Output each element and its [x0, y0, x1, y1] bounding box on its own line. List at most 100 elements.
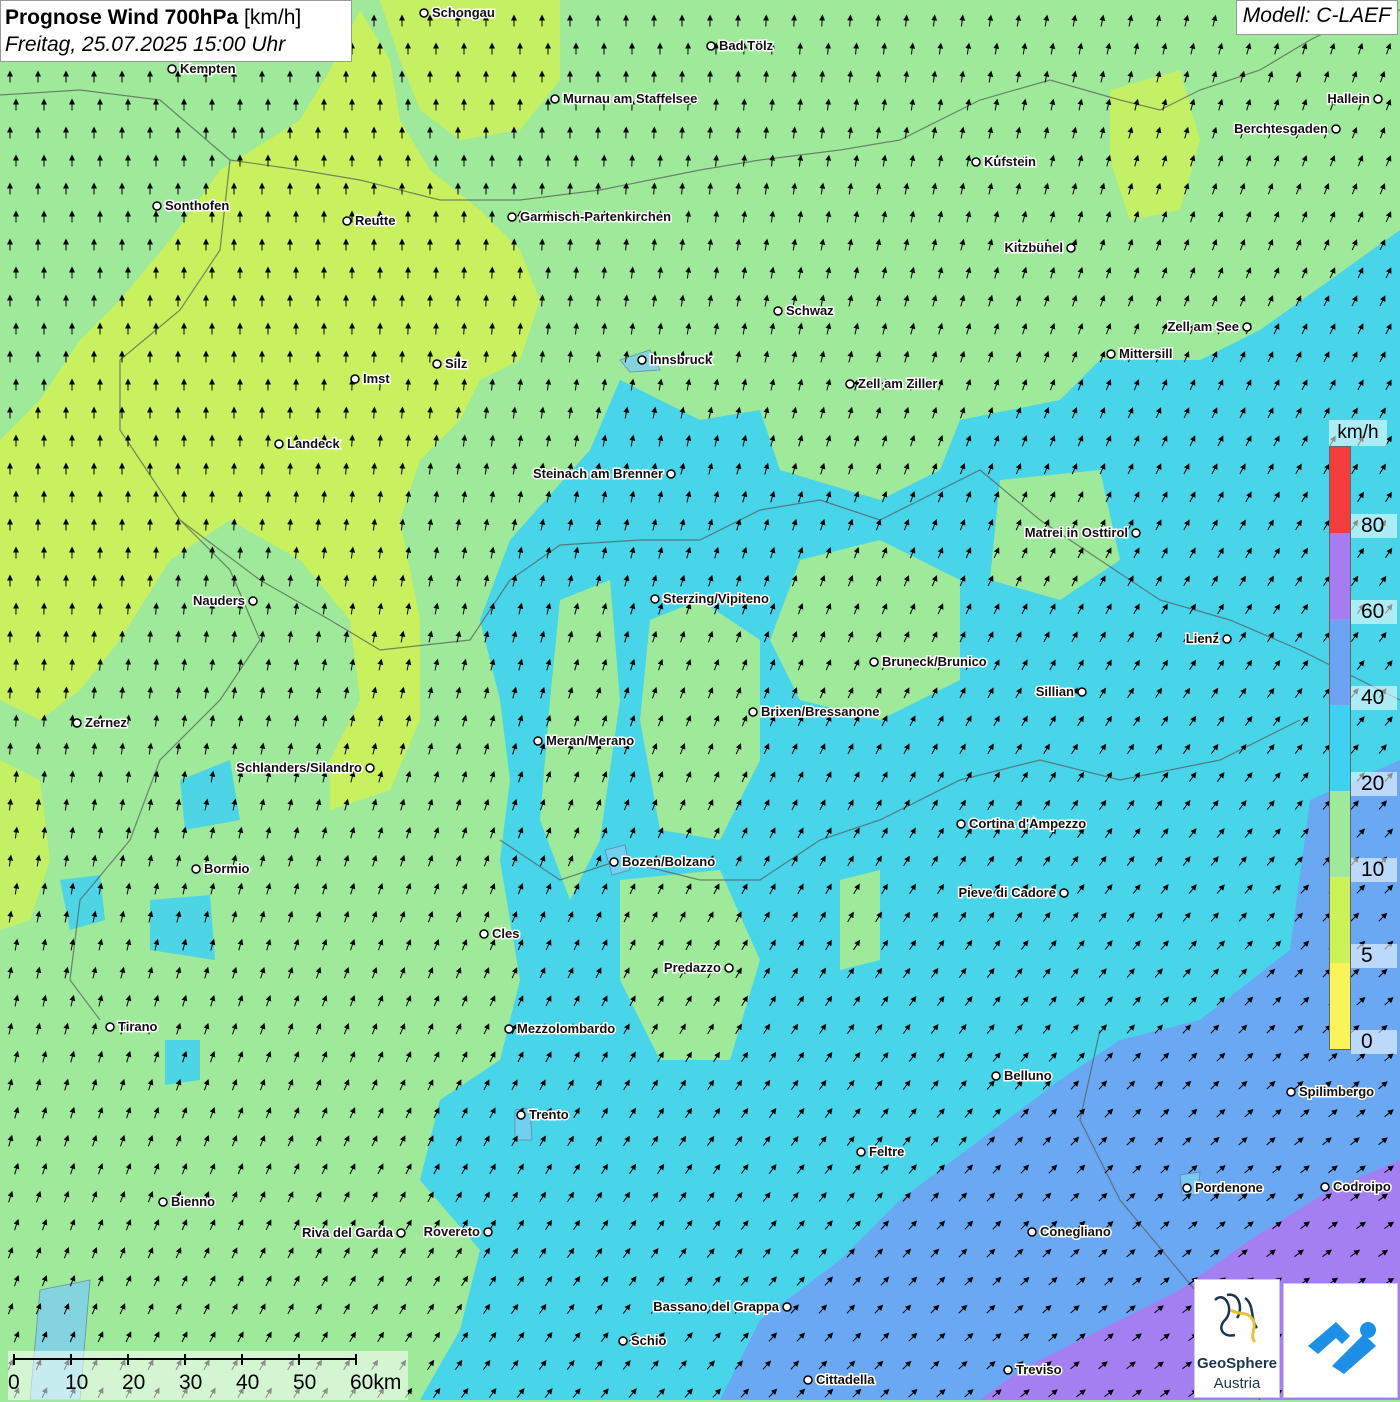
city-dot: [484, 1228, 492, 1236]
legend-colorbar: [1329, 446, 1351, 1050]
wind-arrow: [492, 326, 493, 335]
wind-arrow: [682, 130, 683, 139]
color-legend: km/h 051020406080: [1329, 420, 1387, 1054]
wind-arrow: [184, 550, 185, 559]
city-label: Berchtesgaden: [1234, 121, 1328, 136]
city-marker: Bruneck/Brunico: [870, 654, 987, 669]
city-label: Matrei in Osttirol: [1025, 525, 1128, 540]
wind-arrow: [38, 690, 39, 699]
city-dot: [505, 1025, 513, 1033]
wind-arrow: [374, 410, 375, 419]
city-dot: [275, 440, 283, 448]
legend-label: 40: [1351, 686, 1397, 710]
city-label: Zell am Ziller: [858, 376, 937, 391]
city-label: Pieve di Cadore: [958, 885, 1056, 900]
city-marker: Sonthofen: [153, 198, 229, 213]
city-dot: [1321, 1183, 1329, 1191]
city-label: Conegliano: [1040, 1224, 1111, 1239]
city-dot: [638, 356, 646, 364]
city-dot: [774, 307, 782, 315]
city-label: Hallein: [1327, 91, 1370, 106]
wind-arrow: [850, 18, 851, 27]
city-marker: Innsbruck: [638, 352, 713, 367]
city-marker: Zell am See: [1167, 319, 1251, 334]
wind-arrow: [744, 102, 745, 111]
city-marker: Bassano del Grappa: [653, 1299, 791, 1314]
wind-arrow: [430, 354, 431, 363]
city-label: Sonthofen: [165, 198, 229, 213]
city-label: Schongau: [432, 5, 495, 20]
city-dot: [707, 42, 715, 50]
wind-arrow: [738, 74, 739, 83]
city-marker: Brixen/Bressanone: [749, 704, 880, 719]
city-dot: [972, 158, 980, 166]
city-dot: [551, 95, 559, 103]
city-label: Kitzbühel: [1005, 240, 1064, 255]
weather-app-logo[interactable]: [1283, 1283, 1398, 1398]
city-marker: Schongau: [420, 5, 495, 20]
scale-bar: 0102030405060km: [8, 1351, 408, 1400]
wind-arrow: [570, 242, 571, 251]
city-label: Murnau am Staffelsee: [563, 91, 697, 106]
geosphere-name: GeoSphere: [1195, 1355, 1279, 1372]
city-label: Imst: [363, 371, 390, 386]
scale-tick-label: 0: [8, 1371, 20, 1395]
wind-arrow: [100, 662, 101, 671]
city-label: Schwaz: [786, 303, 834, 318]
wind-arrow: [716, 102, 717, 111]
city-dot: [1132, 529, 1140, 537]
city-dot: [159, 1198, 167, 1206]
wind-arrow: [262, 522, 263, 531]
city-dot: [192, 865, 200, 873]
wind-arrow: [128, 606, 129, 615]
city-dot: [870, 658, 878, 666]
wind-arrow: [800, 46, 801, 55]
scale-tick-label: 10: [65, 1371, 88, 1395]
legend-label: 60: [1351, 600, 1397, 624]
city-label: Cortina d'Ampezzo: [969, 816, 1086, 831]
wind-arrow: [408, 382, 409, 391]
city-dot: [517, 1111, 525, 1119]
legend-segment: [1330, 963, 1350, 1049]
wind-arrow: [318, 466, 319, 475]
city-label: Innsbruck: [650, 352, 713, 367]
scale-tick-label: 60km: [350, 1371, 401, 1395]
city-label: Zell am See: [1167, 319, 1239, 334]
wind-arrow: [548, 270, 549, 279]
wind-arrow: [520, 270, 521, 279]
city-label: Cles: [492, 926, 519, 941]
wind-arrow: [766, 74, 767, 83]
title-bold: Prognose Wind 700hPa: [5, 6, 238, 29]
city-marker: Steinach am Brenner: [533, 466, 675, 481]
city-label: Kempten: [180, 61, 236, 76]
city-dot: [1332, 125, 1340, 133]
city-label: Meran/Merano: [546, 733, 634, 748]
city-dot: [846, 380, 854, 388]
wind-arrow: [72, 662, 73, 671]
city-dot: [168, 65, 176, 73]
city-label: Belluno: [1004, 1068, 1052, 1083]
wind-arrow: [234, 522, 235, 531]
wind-arrow: [486, 298, 487, 307]
city-label: Schio: [631, 1333, 666, 1348]
city-dot: [397, 1229, 405, 1237]
city-marker: Sterzing/Vipiteno: [651, 591, 769, 606]
wind-arrow: [94, 634, 95, 643]
city-label: Steinach am Brenner: [533, 466, 663, 481]
legend-label: 80: [1351, 514, 1397, 538]
city-dot: [1287, 1088, 1295, 1096]
city-label: Pordenone: [1195, 1180, 1263, 1195]
geosphere-emblem-icon: [1195, 1280, 1279, 1350]
legend-label: 5: [1351, 944, 1397, 968]
wind-arrow: [66, 690, 67, 699]
city-dot: [249, 597, 257, 605]
geosphere-logo[interactable]: GeoSphere Austria: [1194, 1279, 1280, 1398]
city-dot: [1243, 323, 1251, 331]
wind-arrow: [346, 410, 347, 419]
city-label: Codroipo: [1333, 1179, 1391, 1194]
wind-arrow: [352, 438, 353, 447]
city-label: Feltre: [869, 1144, 904, 1159]
city-label: Tirano: [118, 1019, 158, 1034]
legend-segment: [1330, 705, 1350, 791]
city-label: Schlanders/Silandro: [236, 760, 362, 775]
